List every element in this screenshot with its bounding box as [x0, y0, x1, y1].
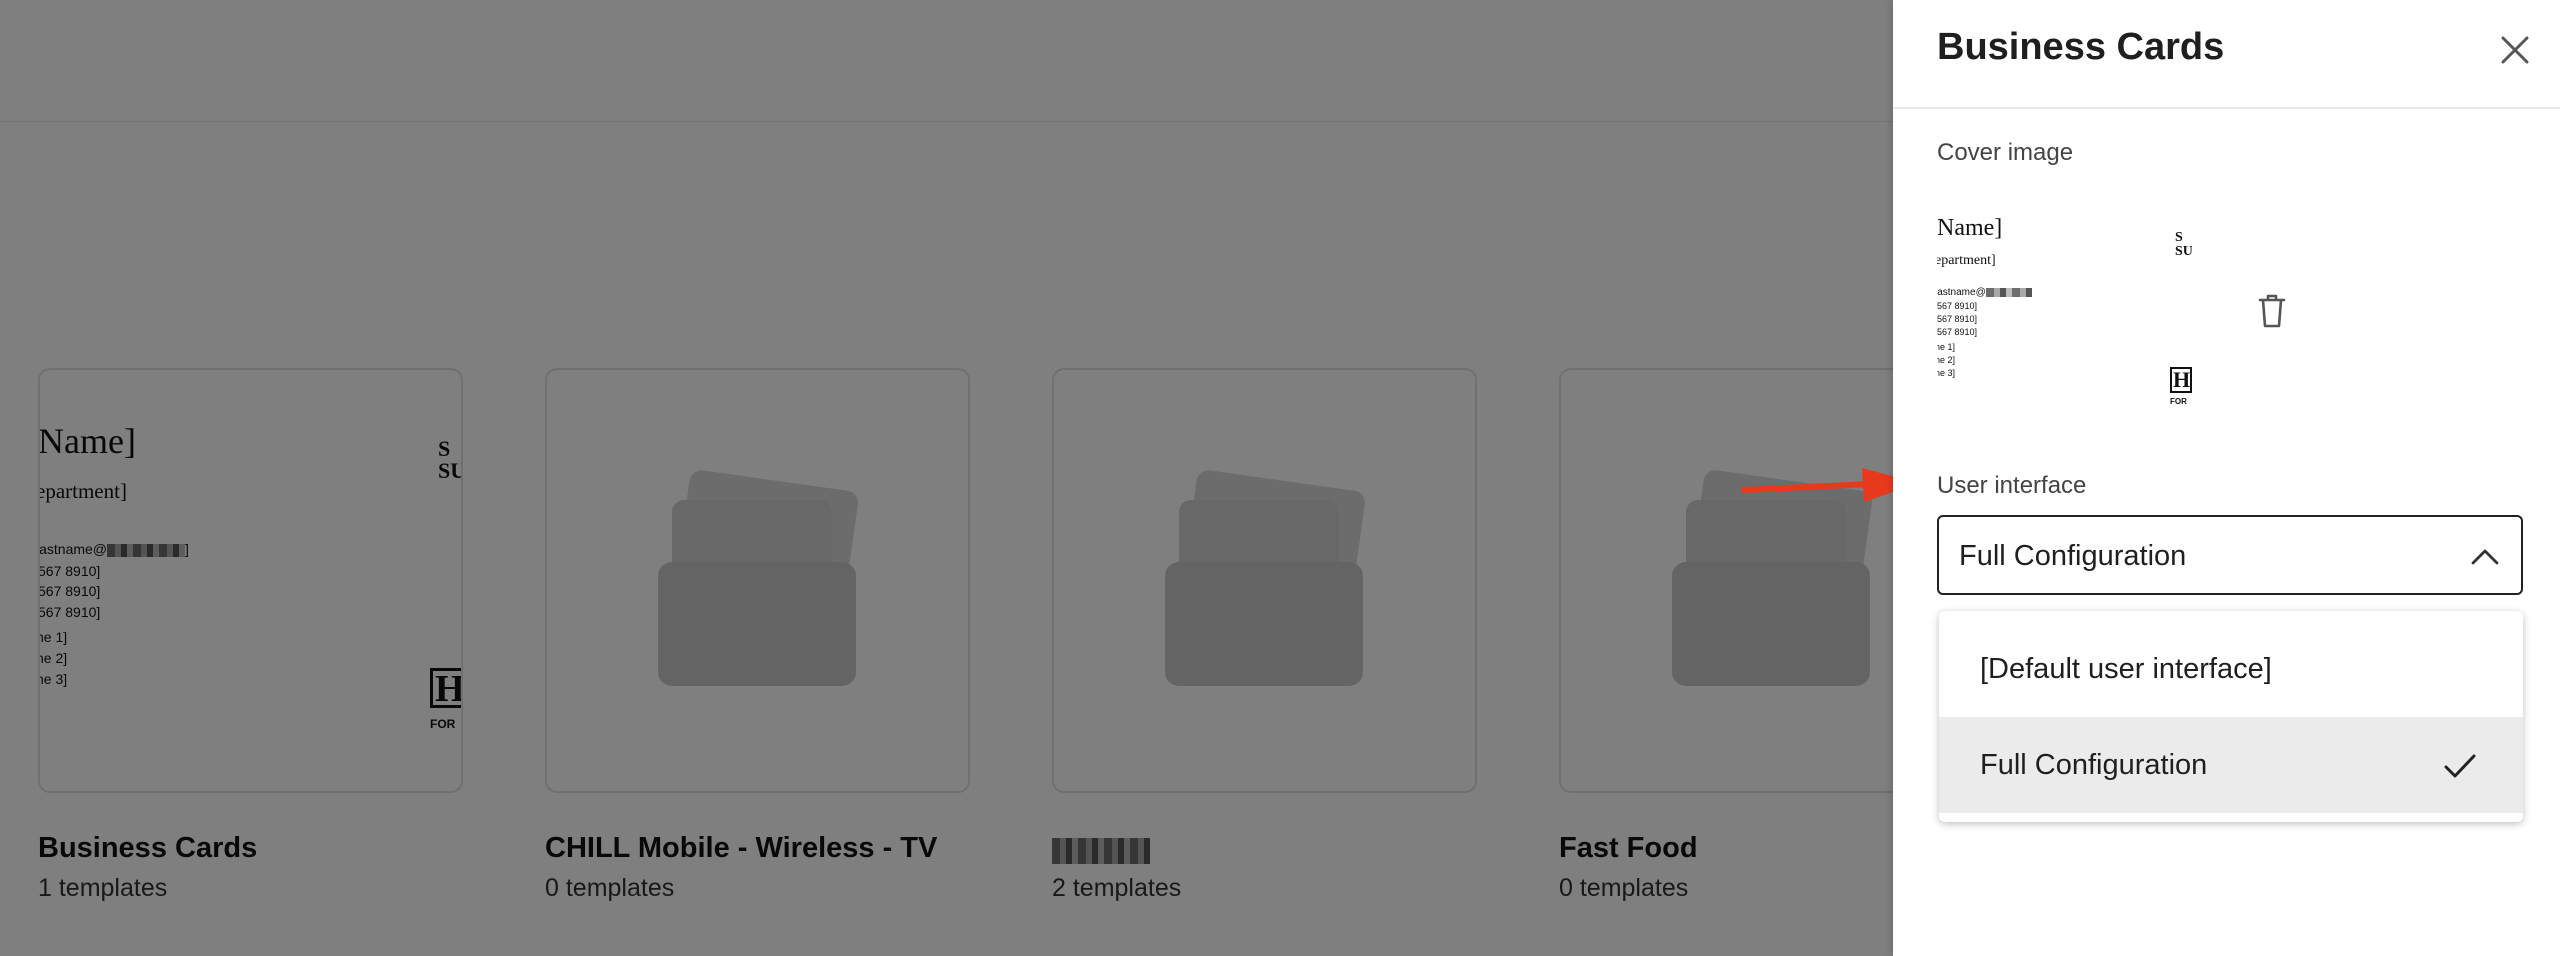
trash-icon[interactable] — [2250, 288, 2294, 332]
cover-image-preview: Name] epartment] lastname@ 567 8910] 567… — [1937, 205, 2192, 415]
collection-settings-panel: Business Cards Cover image Name] epartme… — [1893, 0, 2560, 956]
user-interface-select[interactable]: Full Configuration — [1937, 515, 2523, 595]
option-full-configuration[interactable]: Full Configuration — [1939, 717, 2523, 813]
option-default-user-interface[interactable]: [Default user interface] — [1939, 621, 2523, 717]
close-icon[interactable] — [2493, 28, 2537, 72]
select-value: Full Configuration — [1959, 540, 2187, 572]
panel-divider — [1893, 107, 2560, 109]
panel-title: Business Cards — [1937, 26, 2225, 68]
user-interface-label: User interface — [1937, 472, 2087, 499]
user-interface-dropdown-menu: [Default user interface] Full Configurat… — [1939, 611, 2523, 822]
cover-image-label: Cover image — [1937, 139, 2074, 166]
option-label: [Default user interface] — [1980, 653, 2272, 685]
option-label: Full Configuration — [1980, 749, 2208, 781]
chevron-up-icon — [2471, 549, 2499, 565]
check-icon — [2444, 754, 2476, 778]
modal-backdrop[interactable] — [0, 0, 1893, 956]
